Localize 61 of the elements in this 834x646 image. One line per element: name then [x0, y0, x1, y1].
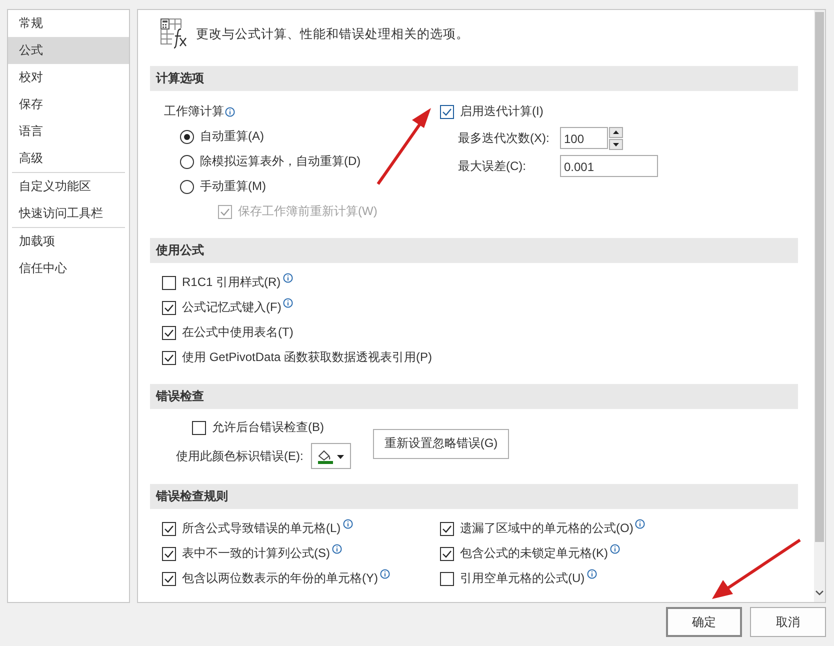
checkbox[interactable]	[162, 546, 176, 560]
option-label: 使用 GetPivotData 函数获取数据透视表引用(P)	[182, 349, 432, 366]
section-header: 错误检查规则	[150, 484, 798, 509]
section-header: 使用公式	[150, 238, 798, 263]
option-label: 表中不一致的计算列公式(S)	[182, 545, 330, 562]
radio-button[interactable]	[180, 154, 194, 168]
option-label: 引用空单元格的公式(U)	[460, 570, 585, 587]
checkbox[interactable]	[162, 572, 176, 586]
scrollbar[interactable]	[814, 10, 825, 602]
checkbox[interactable]	[162, 522, 176, 536]
info-icon	[225, 106, 235, 116]
checkbox[interactable]	[162, 276, 176, 290]
checkbox[interactable]	[440, 522, 454, 536]
checkbox[interactable]	[440, 572, 454, 586]
page-description: 更改与公式计算、性能和错误处理相关的选项。	[196, 26, 469, 42]
color-picker-button[interactable]	[311, 443, 352, 469]
input-field[interactable]: 0.001	[560, 155, 658, 177]
option-label: 除模拟运算表外，自动重算(D)	[200, 153, 361, 170]
scroll-down-icon[interactable]	[815, 590, 824, 596]
field-label: 最大误差(C):	[458, 158, 527, 174]
field-label: 最多迭代次数(X):	[458, 130, 550, 146]
group-label: 工作簿计算	[164, 103, 224, 120]
sidebar-item[interactable]: 公式	[8, 37, 129, 64]
sidebar-item[interactable]: 保存	[8, 91, 129, 118]
checkbox[interactable]	[162, 300, 176, 314]
checkbox[interactable]	[440, 546, 454, 560]
sidebar-item[interactable]: 快速访问工具栏	[8, 200, 129, 227]
ok-button[interactable]: 确定	[666, 607, 742, 637]
sidebar-item[interactable]: 信任中心	[8, 255, 129, 282]
radio-button[interactable]	[180, 180, 194, 194]
option-label: 包含公式的未锁定单元格(K)	[460, 545, 608, 562]
spin-up-button[interactable]	[609, 126, 623, 138]
option-label: 启用迭代计算(I)	[460, 103, 544, 120]
option-label: R1C1 引用样式(R)	[182, 274, 281, 291]
reset-errors-button[interactable]: 重新设置忽略错误(G)	[373, 428, 509, 458]
option-label: 自动重算(A)	[200, 128, 264, 145]
option-label: 允许后台错误检查(B)	[212, 419, 324, 436]
checkbox[interactable]	[162, 350, 176, 364]
checkbox[interactable]	[162, 326, 176, 340]
option-label: 公式记忆式键入(F)	[182, 299, 282, 316]
sidebar-item[interactable]: 语言	[8, 118, 129, 145]
sidebar-item[interactable]: 常规	[8, 10, 129, 37]
sidebar-item[interactable]: 自定义功能区	[8, 173, 129, 200]
sidebar-item[interactable]: 加载项	[8, 228, 129, 255]
field-label: 使用此颜色标识错误(E):	[176, 448, 304, 464]
spin-down-button[interactable]	[609, 138, 623, 150]
checkbox[interactable]	[192, 420, 206, 434]
sidebar-item[interactable]: 高级	[8, 145, 129, 172]
section-header: 计算选项	[150, 66, 798, 91]
option-label: 所含公式导致错误的单元格(L)	[182, 520, 341, 537]
radio-button[interactable]	[180, 130, 194, 144]
sidebar-item[interactable]: 校对	[8, 64, 129, 91]
section-header: 错误检查	[150, 384, 798, 409]
option-label: 包含以两位数表示的年份的单元格(Y)	[182, 570, 378, 587]
spin-field[interactable]: 100	[560, 127, 608, 149]
cancel-button[interactable]: 取消	[750, 607, 826, 637]
option-label: 保存工作簿前重新计算(W)	[238, 203, 378, 220]
option-label: 手动重算(M)	[200, 178, 266, 195]
option-label: 遗漏了区域中的单元格的公式(O)	[460, 520, 634, 537]
option-label: 在公式中使用表名(T)	[182, 324, 294, 341]
checkbox[interactable]	[440, 104, 454, 118]
